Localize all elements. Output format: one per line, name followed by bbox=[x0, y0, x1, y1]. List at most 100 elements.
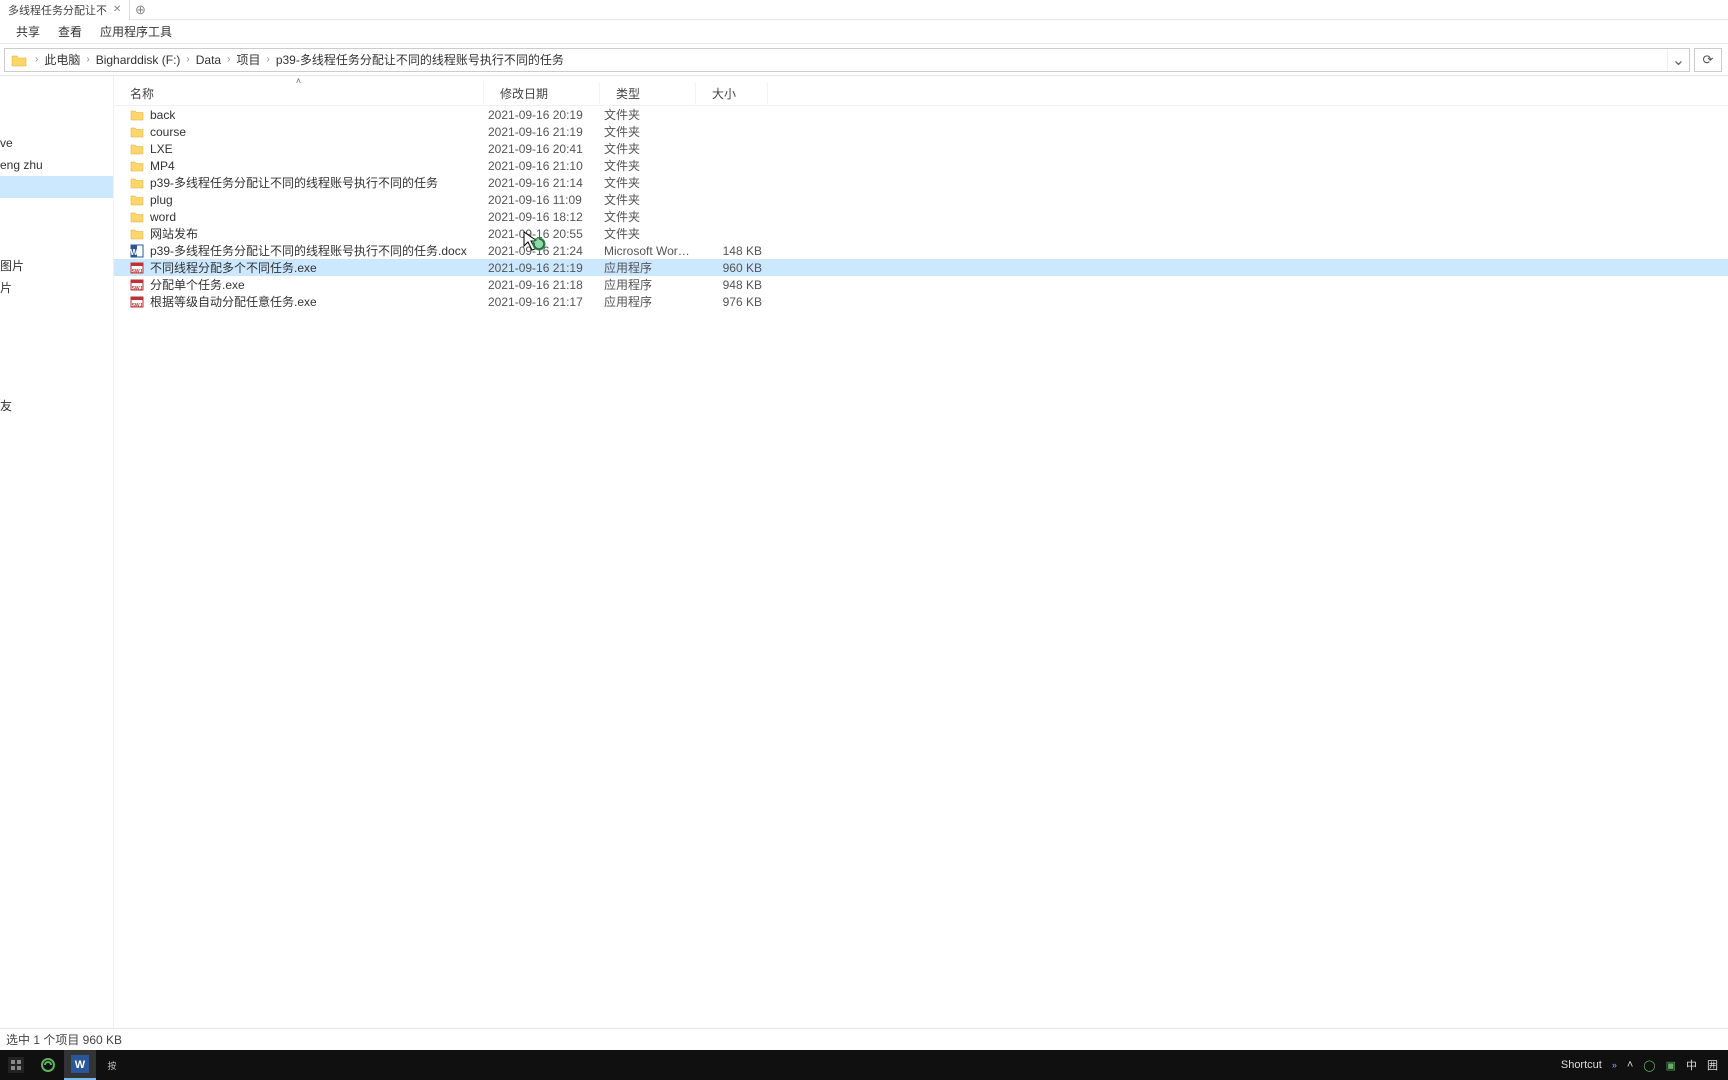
close-tab-icon[interactable]: ✕ bbox=[113, 4, 121, 15]
folder-icon bbox=[130, 108, 144, 122]
ribbon-share[interactable]: 共享 bbox=[16, 23, 40, 40]
taskbar-item[interactable]: 按 bbox=[96, 1050, 128, 1080]
table-row[interactable]: SWJ不同线程分配多个不同任务.exe2021-09-16 21:19应用程序9… bbox=[114, 259, 1728, 276]
shortcut-sync-icon[interactable]: » bbox=[1612, 1060, 1617, 1070]
docx-icon: W bbox=[130, 244, 144, 258]
folder-icon bbox=[9, 50, 29, 70]
file-type: Microsoft Word ... bbox=[600, 244, 696, 258]
svg-text:SWJ: SWJ bbox=[132, 269, 143, 275]
sidebar-item[interactable]: 片 bbox=[0, 276, 113, 298]
crumb-this-pc[interactable]: 此电脑 bbox=[40, 51, 84, 68]
column-header-type[interactable]: 类型 bbox=[600, 82, 696, 106]
file-name: p39-多线程任务分配让不同的线程账号执行不同的任务.docx bbox=[150, 242, 467, 259]
ribbon-view[interactable]: 查看 bbox=[58, 23, 82, 40]
crumb-drive[interactable]: Bigharddisk (F:) bbox=[92, 53, 185, 67]
column-header-size[interactable]: 大小 bbox=[696, 82, 768, 106]
sidebar-item[interactable]: 图片 bbox=[0, 254, 113, 276]
svg-text:W: W bbox=[130, 248, 138, 257]
exe-icon: SWJ bbox=[130, 278, 144, 292]
table-row[interactable]: back2021-09-16 20:19文件夹 bbox=[114, 106, 1728, 123]
window-tab[interactable]: 多线程任务分配让不 ✕ bbox=[0, 0, 130, 20]
column-headers: ˄ 名称 修改日期 类型 大小 bbox=[114, 82, 1728, 106]
minimize-icon[interactable]: — bbox=[1674, 0, 1714, 4]
tab-title: 多线程任务分配让不 bbox=[8, 2, 107, 18]
sidebar-item[interactable]: ve bbox=[0, 132, 113, 154]
file-date: 2021-09-16 21:19 bbox=[484, 261, 600, 275]
file-size: 976 KB bbox=[696, 295, 768, 309]
file-date: 2021-09-16 21:14 bbox=[484, 176, 600, 190]
table-row[interactable]: 网站发布2021-09-16 20:55文件夹 bbox=[114, 225, 1728, 242]
tray-app-icon[interactable]: ◯ bbox=[1643, 1059, 1655, 1072]
chevron-right-icon[interactable]: › bbox=[264, 54, 271, 65]
column-header-name[interactable]: ˄ 名称 bbox=[114, 82, 484, 106]
status-text: 选中 1 个项目 960 KB bbox=[6, 1031, 122, 1048]
taskbar-item[interactable] bbox=[32, 1050, 64, 1080]
chevron-right-icon[interactable]: › bbox=[225, 54, 232, 65]
exe-icon: SWJ bbox=[130, 261, 144, 275]
refresh-button[interactable]: ⟳ bbox=[1694, 48, 1722, 72]
sidebar-item-label: eng zhu bbox=[0, 158, 43, 172]
chevron-right-icon[interactable]: › bbox=[184, 54, 191, 65]
shortcut-label[interactable]: Shortcut bbox=[1561, 1059, 1602, 1071]
sidebar-item[interactable] bbox=[0, 176, 113, 198]
table-row[interactable]: p39-多线程任务分配让不同的线程账号执行不同的任务 2021-09-16 21:… bbox=[114, 174, 1728, 191]
exe-icon: SWJ bbox=[130, 295, 144, 309]
table-row[interactable]: plug2021-09-16 11:09文件夹 bbox=[114, 191, 1728, 208]
file-date: 2021-09-16 21:10 bbox=[484, 159, 600, 173]
address-bar-row: › 此电脑 › Bigharddisk (F:) › Data › 项目 › p… bbox=[0, 44, 1728, 76]
taskbar-item[interactable] bbox=[0, 1050, 32, 1080]
file-name: course bbox=[150, 125, 186, 139]
file-size: 148 KB bbox=[696, 244, 768, 258]
crumb-current[interactable]: p39-多线程任务分配让不同的线程账号执行不同的任务 bbox=[272, 51, 568, 68]
main-area: ve eng zhu 图片 片 友 ˄ 名称 修改日期 类型 大小 back20… bbox=[0, 76, 1728, 1028]
taskbar-item-word[interactable]: W bbox=[64, 1050, 96, 1080]
file-date: 2021-09-16 20:41 bbox=[484, 142, 600, 156]
ime-lang[interactable]: 中 bbox=[1686, 1057, 1697, 1073]
table-row[interactable]: Wp39-多线程任务分配让不同的线程账号执行不同的任务.docx2021-09-… bbox=[114, 242, 1728, 259]
system-tray: Shortcut » ˄ ◯ ▣ 中 囲 bbox=[1551, 1057, 1728, 1073]
file-name: 网站发布 bbox=[150, 225, 198, 242]
tray-app2-icon[interactable]: ▣ bbox=[1666, 1059, 1676, 1072]
ime-mode[interactable]: 囲 bbox=[1707, 1057, 1718, 1073]
sidebar-item-label: 片 bbox=[0, 279, 12, 296]
address-dropdown-icon[interactable]: ⌄ bbox=[1667, 49, 1689, 71]
svg-text:W: W bbox=[75, 1059, 86, 1071]
sidebar-item[interactable]: eng zhu bbox=[0, 154, 113, 176]
file-type: 文件夹 bbox=[600, 174, 696, 191]
crumb-project[interactable]: 项目 bbox=[232, 51, 264, 68]
column-label: 类型 bbox=[616, 85, 640, 102]
table-row[interactable]: MP42021-09-16 21:10文件夹 bbox=[114, 157, 1728, 174]
ribbon-tabs: 共享 查看 应用程序工具 bbox=[0, 20, 1728, 44]
table-row[interactable]: SWJ根据等级自动分配任意任务.exe2021-09-16 21:17应用程序9… bbox=[114, 293, 1728, 310]
folder-icon bbox=[130, 142, 144, 156]
file-type: 文件夹 bbox=[600, 208, 696, 225]
file-size: 960 KB bbox=[696, 261, 768, 275]
file-date: 2021-09-16 21:18 bbox=[484, 278, 600, 292]
column-header-date[interactable]: 修改日期 bbox=[484, 82, 600, 106]
sidebar-item[interactable]: 友 bbox=[0, 394, 113, 416]
file-type: 文件夹 bbox=[600, 140, 696, 157]
column-label: 名称 bbox=[130, 85, 154, 102]
sort-ascending-icon: ˄ bbox=[296, 76, 301, 86]
table-row[interactable]: word2021-09-16 18:12文件夹 bbox=[114, 208, 1728, 225]
folder-icon bbox=[130, 193, 144, 207]
file-rows: back2021-09-16 20:19文件夹course2021-09-16 … bbox=[114, 106, 1728, 310]
file-name: word bbox=[150, 210, 176, 224]
tab-strip: 多线程任务分配让不 ✕ ⊕ — bbox=[0, 0, 1728, 20]
file-name: p39-多线程任务分配让不同的线程账号执行不同的任务 bbox=[150, 174, 438, 191]
file-type: 应用程序 bbox=[600, 293, 696, 310]
folder-icon bbox=[130, 227, 144, 241]
address-bar[interactable]: › 此电脑 › Bigharddisk (F:) › Data › 项目 › p… bbox=[4, 48, 1690, 72]
chevron-right-icon[interactable]: › bbox=[84, 54, 91, 65]
table-row[interactable]: LXE2021-09-16 20:41文件夹 bbox=[114, 140, 1728, 157]
new-tab-button[interactable]: ⊕ bbox=[130, 0, 150, 20]
table-row[interactable]: SWJ分配单个任务.exe2021-09-16 21:18应用程序948 KB bbox=[114, 276, 1728, 293]
breadcrumb: › 此电脑 › Bigharddisk (F:) › Data › 项目 › p… bbox=[33, 51, 568, 68]
chevron-right-icon[interactable]: › bbox=[33, 54, 40, 65]
tray-chevron-up-icon[interactable]: ˄ bbox=[1627, 1059, 1633, 1071]
ribbon-app-tools[interactable]: 应用程序工具 bbox=[100, 23, 172, 40]
navigation-pane[interactable]: ve eng zhu 图片 片 友 bbox=[0, 76, 114, 1028]
table-row[interactable]: course2021-09-16 21:19文件夹 bbox=[114, 123, 1728, 140]
crumb-data[interactable]: Data bbox=[192, 53, 225, 67]
file-name: MP4 bbox=[150, 159, 175, 173]
